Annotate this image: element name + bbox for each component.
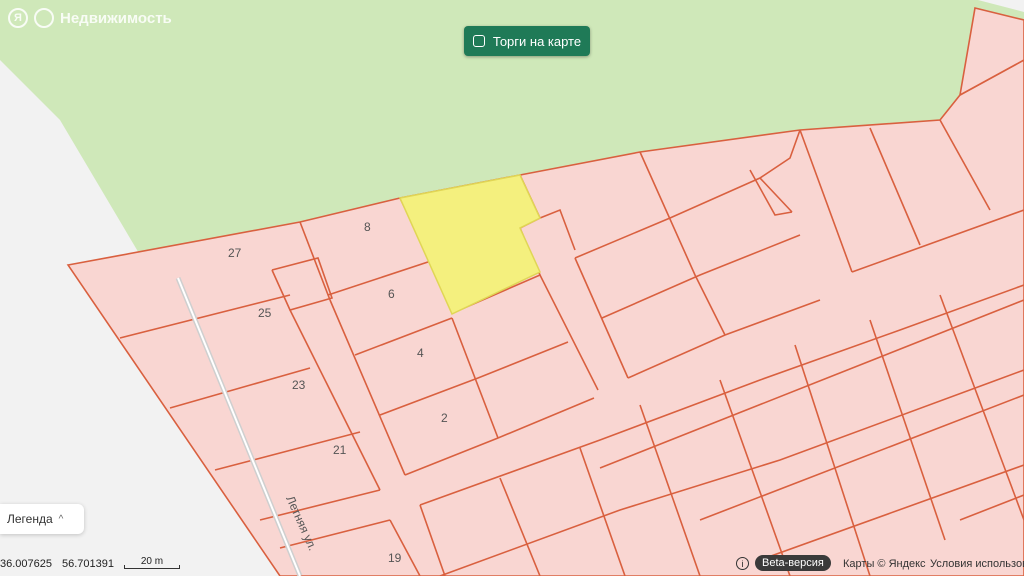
checkbox-icon[interactable]	[472, 35, 485, 47]
parcel-label-25: 25	[258, 306, 272, 320]
parcel-label-8: 8	[364, 220, 371, 234]
chevron-up-icon: ^	[58, 513, 64, 525]
yandex-maps-copyright[interactable]: Карты © Яндекс	[843, 558, 926, 570]
torgi-label: Торги на карте	[492, 33, 582, 49]
parcel-label-21: 21	[333, 443, 347, 457]
parcel-label-2: 2	[441, 411, 448, 425]
beta-badge[interactable]: Beta-версия	[755, 555, 831, 571]
yandex-logo-icon: Я	[8, 8, 28, 28]
legend-label: Легенда	[7, 512, 53, 526]
longitude: 36.007625	[0, 558, 52, 570]
cadastral-map[interactable]: 27 8 6 25 4 23 2 21 19 Летняя ул.	[0, 0, 1024, 576]
map-footer: 36.007625 56.701391 20 m i Beta-версия К…	[0, 554, 1024, 576]
scale-bar: 20 m	[124, 556, 180, 570]
brand-title: Недвижимость	[60, 9, 172, 27]
scale-line	[124, 565, 180, 569]
latitude: 56.701391	[62, 558, 114, 570]
info-icon[interactable]: i	[736, 557, 749, 570]
parcel-label-6: 6	[388, 287, 395, 301]
parcel-label-23: 23	[292, 378, 306, 392]
brand-logo[interactable]: Я Недвижимость	[8, 8, 172, 28]
coordinates: 36.007625 56.701391	[0, 558, 114, 570]
legend-button[interactable]: Легенда ^	[0, 504, 84, 534]
terms-link[interactable]: Условия использов	[930, 558, 1024, 570]
circle-logo-icon	[34, 8, 54, 28]
parcel-label-27: 27	[228, 246, 242, 260]
torgi-toggle-button[interactable]: Торги на карте	[464, 26, 590, 56]
parcel-label-4: 4	[417, 346, 424, 360]
